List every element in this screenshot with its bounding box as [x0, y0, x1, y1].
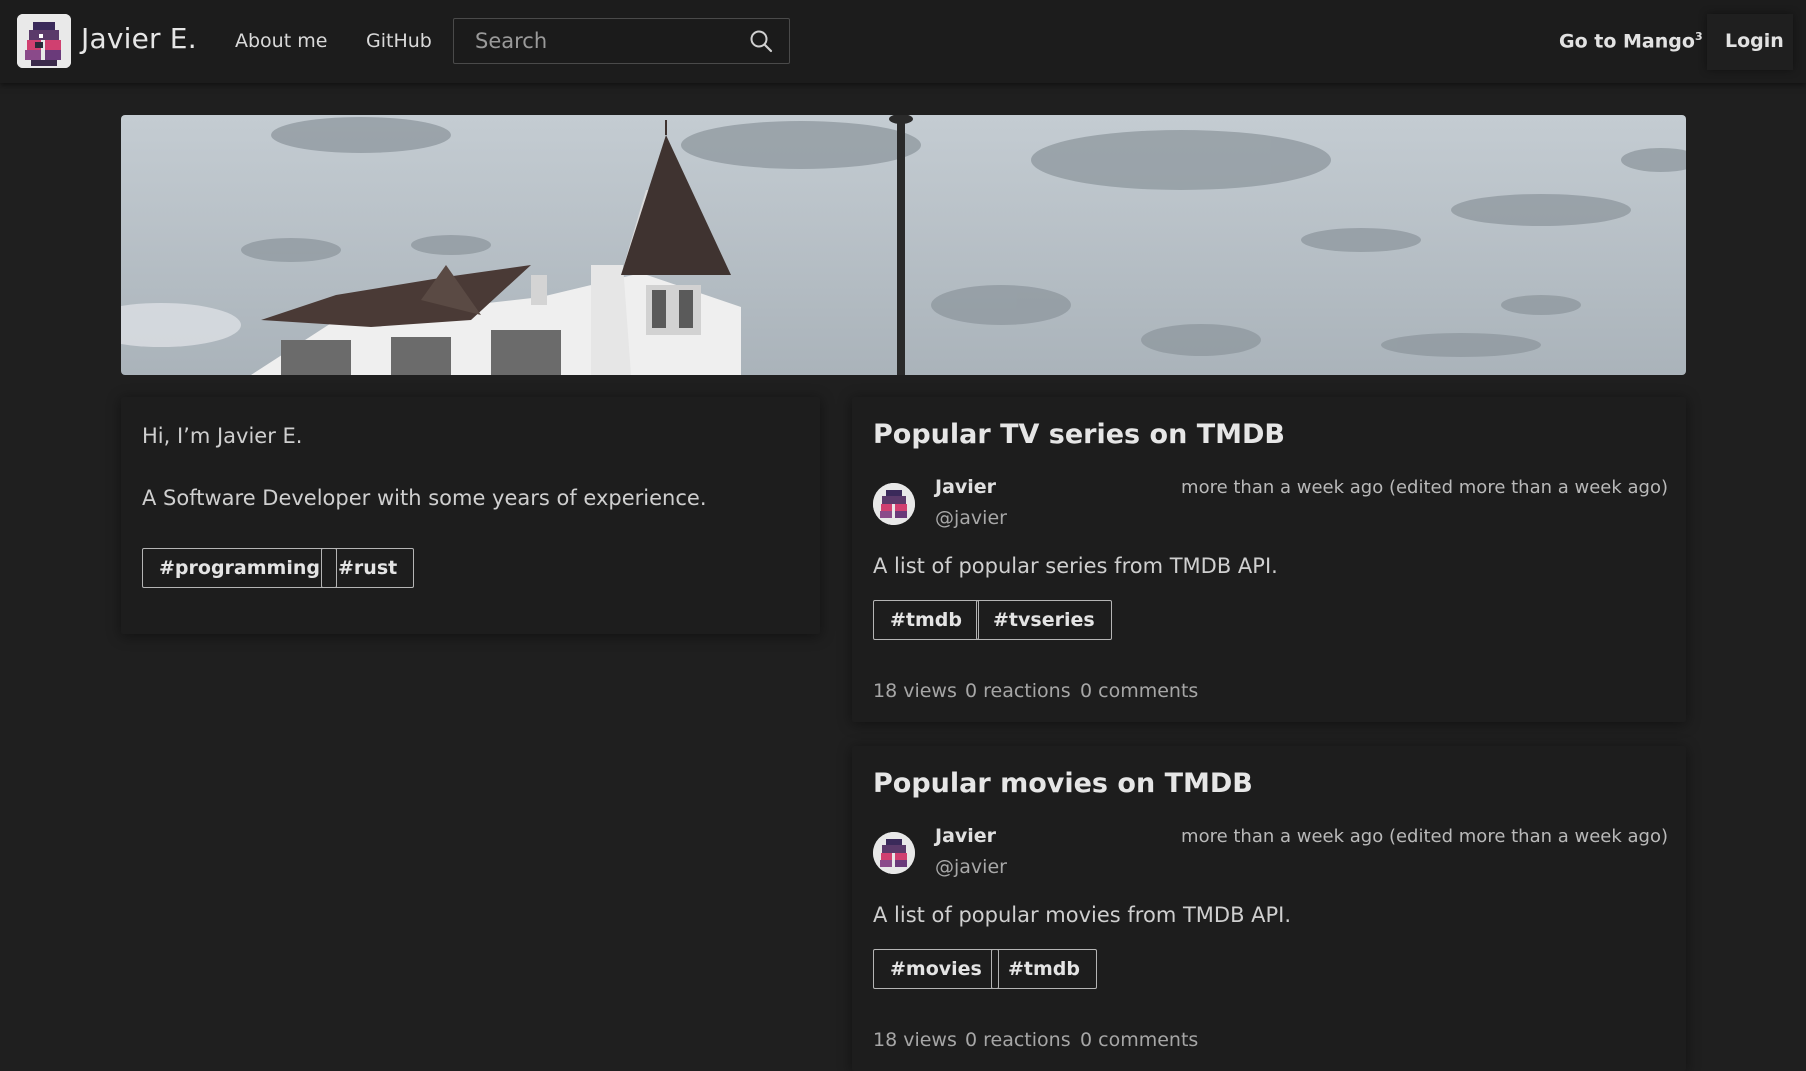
search-input[interactable]: [454, 19, 734, 63]
tag-rust[interactable]: #rust: [321, 548, 415, 588]
search-icon[interactable]: [749, 29, 773, 53]
nav-about-me[interactable]: About me: [235, 30, 327, 52]
post-card[interactable]: Popular TV series on TMDB Javier @javier…: [852, 397, 1686, 722]
banner-photo: [121, 115, 1686, 375]
post-description: A list of popular movies from TMDB API.: [873, 903, 1292, 927]
author-handle[interactable]: @javier: [935, 507, 1007, 529]
brand-name[interactable]: Javier E.: [81, 22, 197, 55]
author-handle[interactable]: @javier: [935, 856, 1007, 878]
login-button[interactable]: Login: [1707, 14, 1793, 70]
post-card[interactable]: Popular movies on TMDB Javier @javier mo…: [852, 746, 1686, 1071]
pixel-avatar-icon: [873, 483, 915, 525]
top-navigation-bar: Javier E. About me GitHub Go to Mango3 L…: [0, 0, 1806, 83]
tag-tvseries[interactable]: #tvseries: [976, 600, 1112, 640]
intro-bio: A Software Developer with some years of …: [142, 486, 707, 510]
post-date: more than a week ago (edited more than a…: [1181, 826, 1668, 847]
banner-image: [121, 115, 1686, 375]
go-to-mango-label: Go to Mango: [1559, 30, 1695, 53]
post-views: 18 views: [873, 680, 957, 702]
post-comments[interactable]: 0 comments: [1080, 680, 1198, 702]
brand-avatar[interactable]: [17, 14, 71, 68]
nav-github[interactable]: GitHub: [366, 30, 432, 52]
post-description: A list of popular series from TMDB API.: [873, 554, 1278, 578]
post-comments[interactable]: 0 comments: [1080, 1029, 1198, 1051]
login-label: Login: [1725, 30, 1784, 52]
post-date: more than a week ago (edited more than a…: [1181, 477, 1668, 498]
intro-card: Hi, I’m Javier E. A Software Developer w…: [121, 397, 820, 634]
go-to-mango-link[interactable]: Go to Mango3: [1559, 30, 1703, 52]
author-avatar[interactable]: [873, 832, 915, 874]
tag-programming[interactable]: #programming: [142, 548, 337, 588]
author-name[interactable]: Javier: [935, 825, 996, 847]
tag-movies[interactable]: #movies: [873, 949, 999, 989]
post-views: 18 views: [873, 1029, 957, 1051]
post-reactions: 0 reactions: [965, 680, 1071, 702]
pixel-avatar-icon: [17, 14, 71, 68]
post-title[interactable]: Popular TV series on TMDB: [873, 419, 1285, 450]
tag-tmdb[interactable]: #tmdb: [991, 949, 1098, 989]
go-to-mango-superscript: 3: [1694, 30, 1703, 43]
post-reactions: 0 reactions: [965, 1029, 1071, 1051]
author-avatar[interactable]: [873, 483, 915, 525]
author-name[interactable]: Javier: [935, 476, 996, 498]
pixel-avatar-icon: [873, 832, 915, 874]
tag-tmdb[interactable]: #tmdb: [873, 600, 980, 640]
intro-greeting: Hi, I’m Javier E.: [142, 424, 303, 448]
search-box: [453, 18, 790, 64]
post-title[interactable]: Popular movies on TMDB: [873, 768, 1253, 799]
